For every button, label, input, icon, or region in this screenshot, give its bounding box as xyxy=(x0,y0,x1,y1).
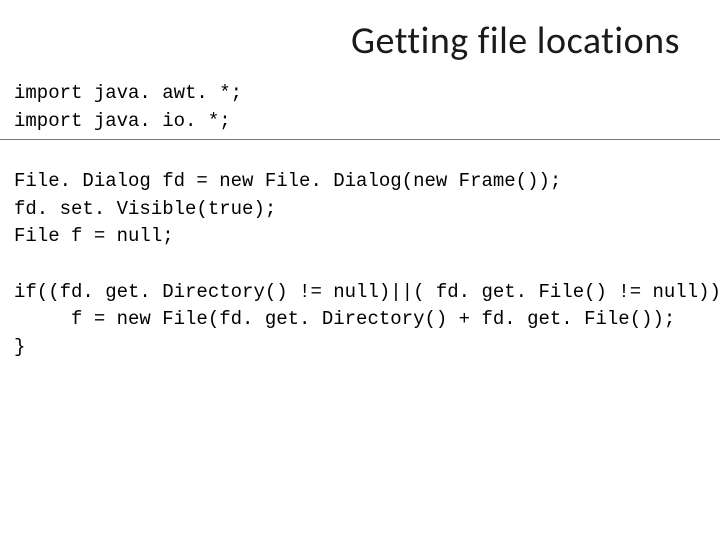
code-line: } xyxy=(14,336,25,358)
code-imports: import java. awt. *; import java. io. *; xyxy=(0,80,720,135)
code-if-block: if((fd. get. Directory() != null)||( fd.… xyxy=(0,279,720,362)
slide: Getting file locations import java. awt.… xyxy=(0,0,720,540)
divider xyxy=(0,139,720,140)
code-line: f = new File(fd. get. Directory() + fd. … xyxy=(14,308,675,330)
code-line: fd. set. Visible(true); xyxy=(14,198,276,220)
code-line: File. Dialog fd = new File. Dialog(new F… xyxy=(14,170,561,192)
code-line: if((fd. get. Directory() != null)||( fd.… xyxy=(14,281,720,303)
code-line: import java. awt. *; xyxy=(14,82,242,104)
code-line: File f = null; xyxy=(14,225,174,247)
code-line: import java. io. *; xyxy=(14,110,231,132)
slide-title: Getting file locations xyxy=(0,0,720,76)
code-filedialog: File. Dialog fd = new File. Dialog(new F… xyxy=(0,168,720,251)
